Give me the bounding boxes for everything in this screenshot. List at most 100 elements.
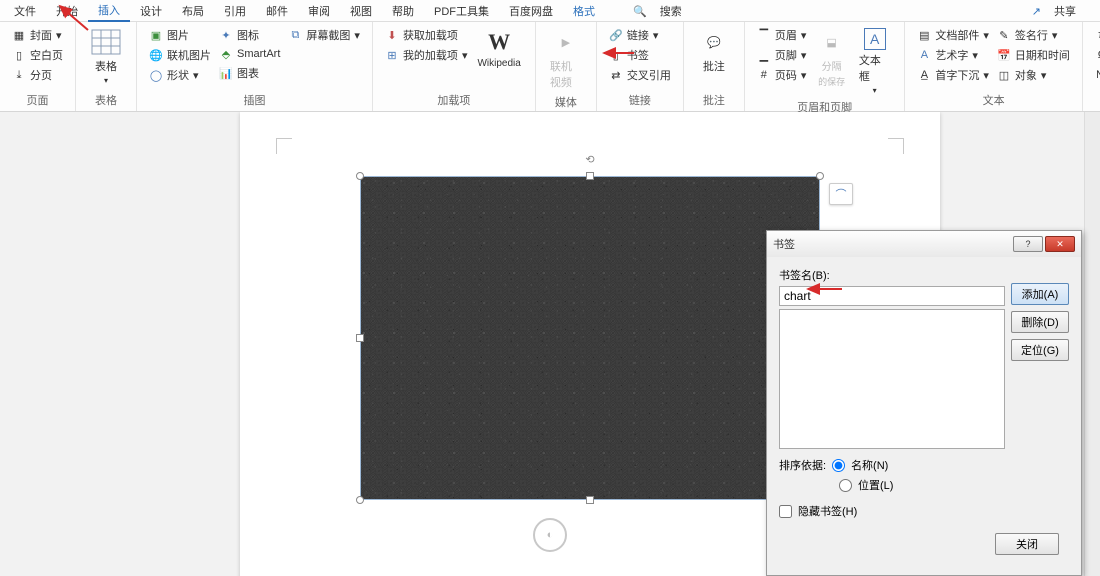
resize-handle[interactable] <box>356 172 364 180</box>
dialog-titlebar[interactable]: 书签 ? ✕ <box>767 231 1081 257</box>
smartart-icon: ⬘ <box>219 47 233 61</box>
dropcap-icon: A̲ <box>917 68 931 82</box>
textbox-button[interactable]: A 文本框▾ <box>853 26 896 97</box>
resize-handle[interactable] <box>586 496 594 504</box>
blank-page-button[interactable]: ▯空白页 <box>12 46 63 64</box>
table-button[interactable]: 表格▾ <box>84 26 128 90</box>
wikipedia-button[interactable]: W Wikipedia <box>471 26 526 90</box>
screenshot-button[interactable]: ⧉屏幕截图 ▾ <box>288 26 360 44</box>
hidden-bookmarks-checkbox[interactable] <box>779 505 792 518</box>
shapes-button[interactable]: ◯形状 ▾ <box>149 66 211 84</box>
selected-image[interactable]: ⟲ ⌒ <box>360 176 820 500</box>
menu-format[interactable]: 格式 <box>563 1 605 21</box>
menu-view[interactable]: 视图 <box>340 1 382 21</box>
resize-handle[interactable] <box>356 334 364 342</box>
symbol-button[interactable]: Ω符号 ▾ <box>1095 46 1100 64</box>
resize-handle[interactable] <box>356 496 364 504</box>
icons-button[interactable]: ✦图标 <box>219 26 280 44</box>
chart-button[interactable]: 📊图表 <box>219 64 280 82</box>
bookmark-button[interactable]: ▯书签 <box>609 46 671 64</box>
menu-file[interactable]: 文件 <box>4 1 46 21</box>
pictures-button[interactable]: ▣图片 <box>149 26 211 44</box>
sort-location-radio[interactable] <box>839 479 852 492</box>
resize-handle[interactable] <box>816 172 824 180</box>
quickparts-icon: ▤ <box>917 28 931 42</box>
header-button[interactable]: ▔页眉 ▾ <box>757 26 807 44</box>
help-button[interactable]: ? <box>1013 236 1043 252</box>
resize-handle[interactable] <box>586 172 594 180</box>
wikipedia-icon: W <box>483 28 515 56</box>
number-icon: № <box>1095 68 1100 82</box>
menu-pdf[interactable]: PDF工具集 <box>424 1 499 21</box>
sort-by-label: 排序依据: <box>779 457 826 473</box>
signature-button[interactable]: ✎签名行 ▾ <box>997 26 1070 44</box>
symbol-icon: Ω <box>1095 48 1100 62</box>
menu-references[interactable]: 引用 <box>214 1 256 21</box>
group-label: 媒体 <box>544 92 588 113</box>
menu-review[interactable]: 审阅 <box>298 1 340 21</box>
share-button[interactable]: ↗ 共享 <box>1022 1 1096 21</box>
online-video-button[interactable]: ▶ 联机视频 <box>544 26 588 92</box>
menu-design[interactable]: 设计 <box>130 1 172 21</box>
object-icon: ◫ <box>997 68 1011 82</box>
menu-help[interactable]: 帮助 <box>382 1 424 21</box>
page-break-button[interactable]: ⤓分页 <box>12 66 63 84</box>
wordart-button[interactable]: A艺术字 ▾ <box>917 46 989 64</box>
equation-icon: π <box>1095 28 1100 42</box>
group-pages: ▦封面 ▾ ▯空白页 ⤓分页 页面 <box>0 22 76 111</box>
footer-button[interactable]: ▁页脚 ▾ <box>757 46 807 64</box>
menu-baidu[interactable]: 百度网盘 <box>499 1 563 21</box>
add-button[interactable]: 添加(A) <box>1011 283 1069 305</box>
checkbox-label: 隐藏书签(H) <box>798 503 857 519</box>
video-icon: ▶ <box>550 28 582 56</box>
rotate-handle-icon[interactable]: ⟲ <box>585 153 594 166</box>
footer-icon: ▁ <box>757 48 771 62</box>
menu-mailings[interactable]: 邮件 <box>256 1 298 21</box>
table-icon <box>90 28 122 56</box>
pagenum-button[interactable]: #页码 ▾ <box>757 66 807 84</box>
object-button[interactable]: ◫对象 ▾ <box>997 66 1070 84</box>
group-text: ▤文档部件 ▾ A艺术字 ▾ A̲首字下沉 ▾ ✎签名行 ▾ 📅日期和时间 ◫对… <box>905 22 1083 111</box>
layout-options-button[interactable]: ⌒ <box>829 183 853 205</box>
menu-layout[interactable]: 布局 <box>172 1 214 21</box>
group-illustrations: ▣图片 🌐联机图片 ◯形状 ▾ ✦图标 ⬘SmartArt 📊图表 ⧉屏幕截图 … <box>137 22 373 111</box>
store-icon: ⬇ <box>385 28 399 42</box>
datetime-icon: 📅 <box>997 48 1011 62</box>
cover-page-button[interactable]: ▦封面 ▾ <box>12 26 63 44</box>
menu-home[interactable]: 开始 <box>46 1 88 21</box>
group-label: 批注 <box>692 90 736 111</box>
bookmark-listbox[interactable] <box>779 309 1005 449</box>
my-addins-button[interactable]: ⊞我的加载项 ▾ <box>385 46 468 64</box>
close-button[interactable]: ✕ <box>1045 236 1075 252</box>
comment-icon: 💬 <box>698 28 730 56</box>
close-dialog-button[interactable]: 关闭 <box>995 533 1059 555</box>
search[interactable]: 🔍 搜索 <box>623 1 702 21</box>
online-pictures-button[interactable]: 🌐联机图片 <box>149 46 211 64</box>
bookmark-name-input[interactable] <box>779 286 1005 306</box>
goto-button[interactable]: 定位(G) <box>1011 339 1069 361</box>
comment-button[interactable]: 💬 批注 <box>692 26 736 90</box>
equation-button[interactable]: π公式 ▾ <box>1095 26 1100 44</box>
signature-icon: ✎ <box>997 28 1011 42</box>
myaddins-icon: ⊞ <box>385 48 399 62</box>
smartart-button[interactable]: ⬘SmartArt <box>219 46 280 62</box>
radio-label: 名称(N) <box>851 457 888 473</box>
group-label: 表格 <box>84 90 128 111</box>
dropcap-button[interactable]: A̲首字下沉 ▾ <box>917 66 989 84</box>
menu-insert[interactable]: 插入 <box>88 0 130 22</box>
split-save-button[interactable]: ⬓ 分隔 的保存 <box>810 26 853 97</box>
sort-name-radio[interactable] <box>832 459 845 472</box>
number-button[interactable]: №编号 <box>1095 66 1100 84</box>
datetime-button[interactable]: 📅日期和时间 <box>997 46 1070 64</box>
wordart-icon: A <box>917 48 931 62</box>
quickparts-button[interactable]: ▤文档部件 ▾ <box>917 26 989 44</box>
group-media: ▶ 联机视频 媒体 <box>536 22 597 111</box>
crossref-button[interactable]: ⇄交叉引用 <box>609 66 671 84</box>
link-button[interactable]: 🔗链接 ▾ <box>609 26 671 44</box>
delete-button[interactable]: 删除(D) <box>1011 311 1069 333</box>
vertical-scrollbar[interactable] <box>1084 112 1100 576</box>
get-addins-button[interactable]: ⬇获取加载项 <box>385 26 468 44</box>
menu-bar: 文件 开始 插入 设计 布局 引用 邮件 审阅 视图 帮助 PDF工具集 百度网… <box>0 0 1100 22</box>
group-comments: 💬 批注 批注 <box>684 22 745 111</box>
screenshot-icon: ⧉ <box>288 28 302 42</box>
